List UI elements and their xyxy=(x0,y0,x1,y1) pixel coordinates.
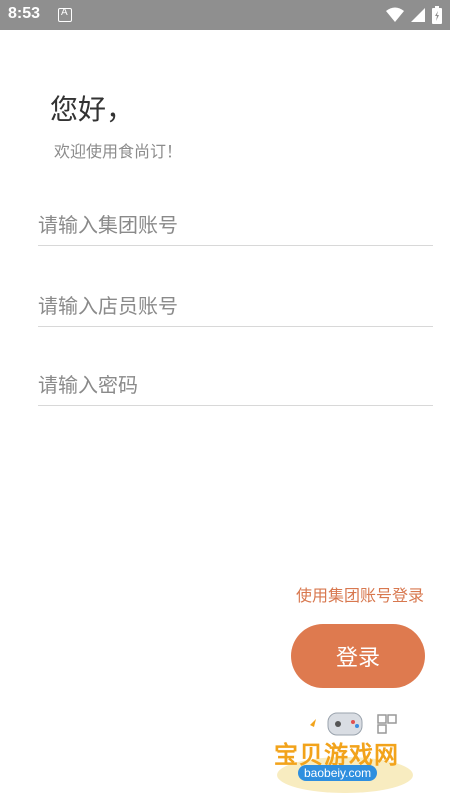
status-icons xyxy=(386,6,442,24)
battery-icon xyxy=(432,6,442,24)
group-account-input[interactable] xyxy=(38,205,433,246)
greeting-title: 您好， xyxy=(50,93,135,126)
login-button[interactable]: 登录 xyxy=(291,624,425,688)
group-account-login-link[interactable]: 使用集团账号登录 xyxy=(296,582,424,606)
staff-account-input[interactable] xyxy=(38,286,433,327)
watermark-url: baobeiy.com xyxy=(298,765,378,781)
a-badge-text: A xyxy=(61,7,68,18)
signal-icon xyxy=(411,8,425,22)
wifi-icon xyxy=(386,7,404,22)
password-input[interactable] xyxy=(38,365,433,406)
status-time: 8:53 xyxy=(8,5,41,22)
welcome-subtitle: 欢迎使用食尚订！ xyxy=(54,142,183,161)
watermark-logo: 宝贝游戏网 baobeiy.com xyxy=(270,705,420,797)
a-badge-icon: A xyxy=(58,7,72,22)
status-bar: 8:53 A xyxy=(0,0,450,30)
